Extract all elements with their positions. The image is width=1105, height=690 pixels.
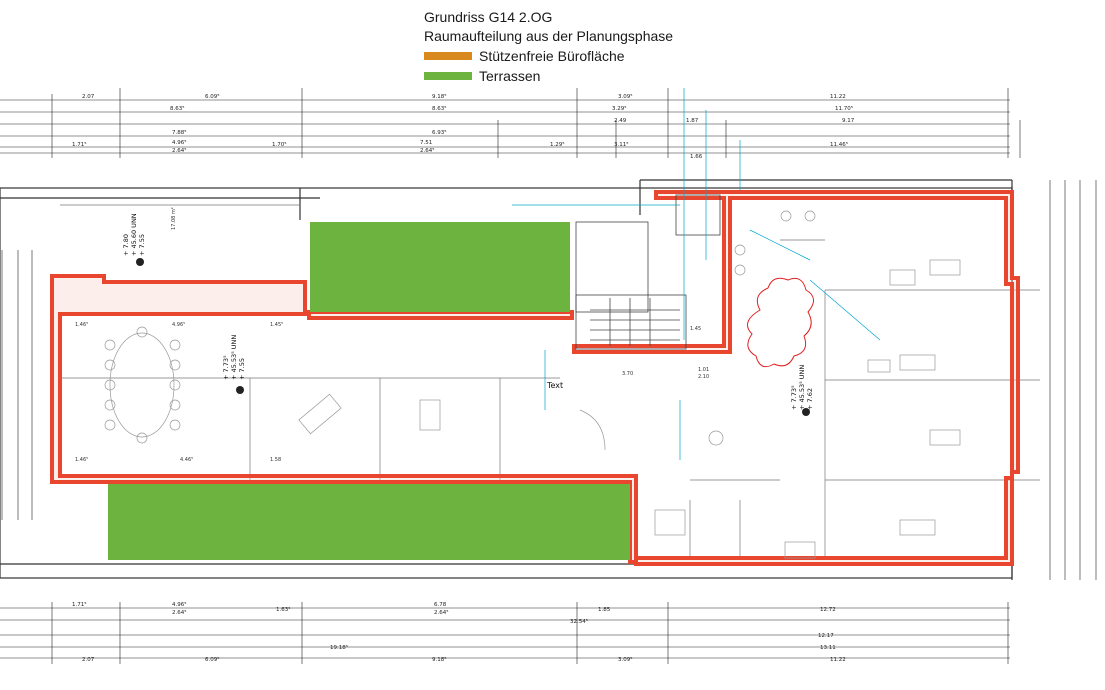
dim-top3-1: 7.88⁵: [172, 129, 186, 136]
level-dot-2: [236, 386, 244, 394]
level-2-line1: + 7.73⁵: [222, 355, 230, 380]
room-dim-7: 3.70: [622, 371, 633, 377]
dim-top-5: 11.22: [830, 94, 846, 100]
level-1-line1: + 7.80: [122, 234, 130, 256]
terrace-south: [108, 484, 630, 560]
dim-top4-5: 7.51: [420, 140, 432, 146]
top-dimension-texts: 2.07 6.09⁵ 9.18⁵ 3.09⁵ 11.22 8.63⁵ 8.63⁵…: [72, 93, 855, 160]
room-dim-10: 1.45: [690, 326, 701, 332]
dim-top-4: 3.09⁵: [618, 93, 632, 100]
room-dim-8: 1.01: [698, 367, 709, 373]
legend-label-office: Stützenfreie Bürofläche: [479, 48, 625, 64]
dim-top4-8: 3.11⁵: [614, 141, 628, 148]
bottom-dimension-texts: 1.71⁵ 4.96⁵ 2.64⁵ 1.63⁵ 6.78 2.64⁵ 1.85 …: [72, 601, 846, 663]
level-1-line3: + 7.55: [138, 234, 146, 256]
dim-top2-1: 8.63⁵: [170, 105, 184, 112]
level-marker-2: + 7.73⁵ + 45.53⁵ UNN + 7.55: [222, 335, 246, 380]
level-2-line2: + 45.53⁵ UNN: [230, 335, 238, 380]
level-1-line2: + 45.60 UNN: [130, 213, 138, 256]
dim-top4-4: 1.70⁵: [272, 141, 286, 148]
office-zone-east: [572, 190, 1020, 566]
level-3-line1: + 7.73⁵: [790, 385, 798, 410]
bottom-dimension-lines: [0, 602, 1010, 664]
room-dim-2: 4.96⁵: [172, 322, 185, 328]
dim-top4-1: 1.71⁵: [72, 141, 86, 148]
dim-bottom2-1: 32.54⁵: [570, 618, 588, 625]
dim-bottom4-4: 3.09⁵: [618, 656, 632, 663]
dim-bottom4-2: 6.09⁵: [205, 656, 219, 663]
dim-top2-2: 8.63⁵: [432, 105, 446, 112]
floor-plan: 2.07 6.09⁵ 9.18⁵ 3.09⁵ 11.22 8.63⁵ 8.63⁵…: [0, 88, 1097, 664]
dim-bottom4-5: 11.22: [830, 657, 846, 663]
red-revision-cloud: [747, 277, 814, 368]
room-dim-1: 1.46⁵: [75, 322, 88, 328]
plan-legend: Grundriss G14 2.OG Raumaufteilung aus de…: [424, 8, 744, 86]
plan-subtitle: Raumaufteilung aus der Planungsphase: [424, 28, 674, 44]
top-dimension-ticks: [51, 88, 1021, 158]
terraces: [108, 222, 630, 560]
meeting-table: [104, 326, 181, 444]
plan-title: Grundriss G14 2.OG: [424, 9, 553, 25]
dim-top3-5: 9.17: [842, 118, 855, 124]
level-marker-1: + 7.80 + 45.60 UNN + 7.55: [122, 213, 146, 256]
room-dim-6: 1.58: [270, 457, 281, 463]
dim-top3-3: 2.49: [614, 118, 627, 124]
dim-bottom-8: 12.72: [820, 607, 836, 613]
dim-top2-3: 3.29⁵: [612, 105, 626, 112]
legend-entry-office: Stützenfreie Bürofläche: [424, 46, 744, 66]
room-dim-5: 4.46⁵: [180, 457, 193, 463]
room-dim-3: 1.45⁵: [270, 322, 283, 328]
dim-bottom-7: 1.85: [598, 607, 611, 613]
dim-top4-3: 2.64⁵: [172, 147, 186, 154]
dim-bottom-6: 2.64⁵: [434, 609, 448, 616]
dim-bottom-3: 2.64⁵: [172, 609, 186, 616]
level-3-line2: + 45.53⁵ UNN: [798, 365, 806, 410]
level-marker-3: + 7.73⁵ + 45.53⁵ UNN + 7.62: [790, 365, 814, 410]
level-dot-1: [136, 258, 144, 266]
dim-bottom3-2: 13.11: [820, 645, 836, 651]
dim-bottom-1: 1.71⁵: [72, 601, 86, 608]
dim-top4-9: 1.66: [690, 154, 703, 160]
dim-top4-7: 1.29⁵: [550, 141, 564, 148]
top-dimension-lines: [0, 99, 1010, 154]
dim-top4-10: 11.46⁵: [830, 141, 848, 148]
dim-top3-2: 6.93⁵: [432, 129, 446, 136]
dim-bottom-5: 6.78: [434, 602, 447, 608]
terrace-north: [310, 222, 570, 312]
dim-top2-4: 11.70⁵: [835, 105, 853, 112]
room-area-label: 17.08 m²: [171, 207, 177, 230]
legend-swatch-office: [424, 52, 472, 60]
dim-top4-2: 4.96⁵: [172, 139, 186, 146]
dim-bottom4-3: 9.18⁵: [432, 656, 446, 663]
dim-top-3: 9.18⁵: [432, 93, 446, 100]
dim-top-2: 6.09⁵: [205, 93, 219, 100]
dim-top4-6: 2.64⁵: [420, 147, 434, 154]
level-3-line3: + 7.62: [806, 388, 814, 410]
dim-bottom4-1: 2.07: [82, 657, 95, 663]
room-dim-4: 1.46⁵: [75, 457, 88, 463]
dim-top-1: 2.07: [82, 94, 95, 100]
level-dot-3: [802, 408, 810, 416]
dim-top3-4: 1.87: [686, 118, 699, 124]
dim-bottom-4: 1.63⁵: [276, 606, 290, 613]
level-2-line3: + 7.55: [238, 358, 246, 380]
dim-bottom2-2: 12.17: [818, 633, 834, 639]
text-marker: Text: [546, 381, 563, 390]
room-dim-9: 2.10: [698, 374, 709, 380]
dim-bottom3-1: 19.18⁵: [330, 644, 348, 651]
legend-swatch-terrace: [424, 72, 472, 80]
dim-bottom-2: 4.96⁵: [172, 601, 186, 608]
